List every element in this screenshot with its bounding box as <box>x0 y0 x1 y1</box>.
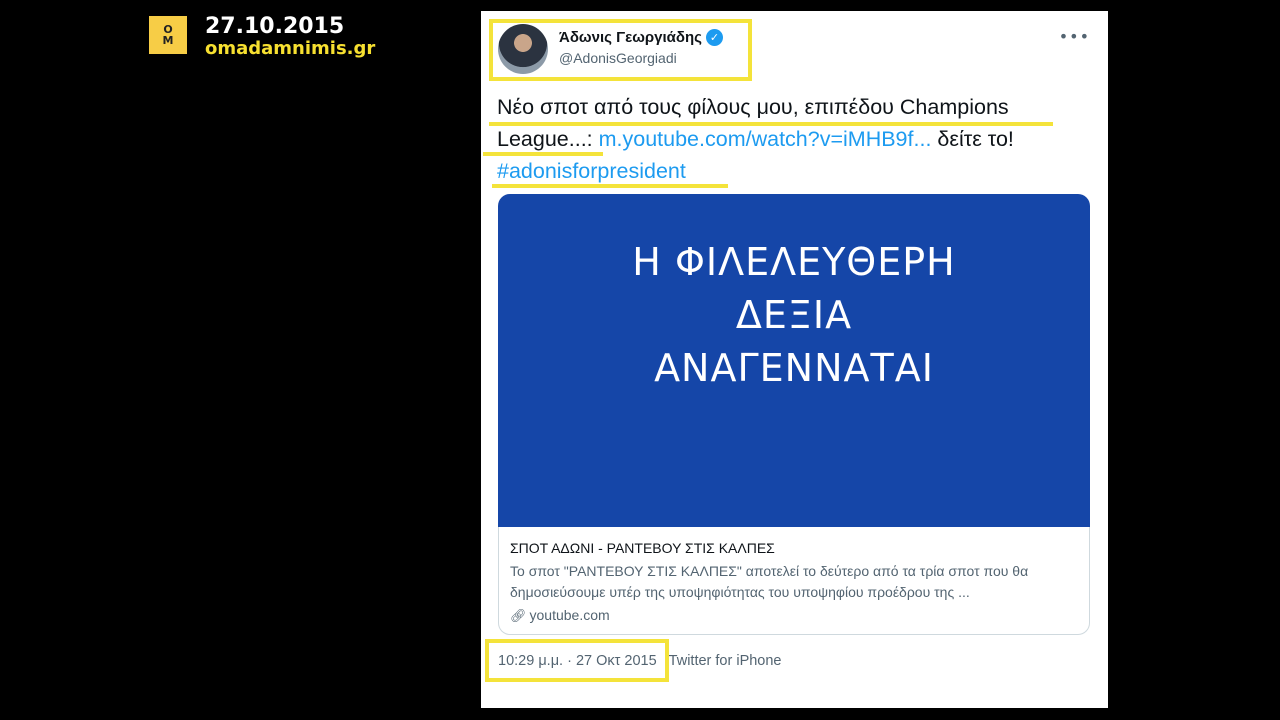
tweet-source[interactable]: Twitter for iPhone <box>669 653 782 669</box>
timestamp-highlight-box <box>485 639 669 682</box>
logo-letter-bottom: M <box>162 34 174 47</box>
link-card-description: Το σποτ "ΡΑΝΤΕΒΟΥ ΣΤΙΣ ΚΑΛΠΕΣ" αποτελεί … <box>510 563 1029 600</box>
text-underline-2 <box>483 152 603 156</box>
tweet-card: Άδωνις Γεωργιάδης ✓ @AdonisGeorgiadi •••… <box>481 11 1108 708</box>
thumbnail-line-3: ΑΝΑΓΕΝΝΑΤΑΙ <box>654 346 934 390</box>
omadamnimis-logo: O M <box>149 16 187 54</box>
link-card-domain-row: 🔗︎ youtube.com <box>510 605 1078 627</box>
link-card-domain: youtube.com <box>529 607 610 623</box>
video-thumbnail[interactable]: Η ΦΙΛΕΛΕΥΘΕΡΗ ΔΕΞΙΑ ΑΝΑΓΕΝΝΑΤΑΙ <box>498 194 1090 527</box>
youtube-link[interactable]: m.youtube.com/watch?v=iMHB9f... <box>599 127 932 151</box>
thumbnail-line-1: Η ΦΙΛΕΛΕΥΘΕΡΗ <box>632 240 956 284</box>
brand-overlay: O M 27.10.2015 omadamnimis.gr <box>149 16 375 60</box>
tweet-text: Νέο σποτ από τους φίλους μου, επιπέδου C… <box>497 91 1097 187</box>
link-icon: 🔗︎ <box>510 609 527 624</box>
hashtag-link[interactable]: #adonisforpresident <box>497 159 686 183</box>
overlay-site: omadamnimis.gr <box>205 38 376 59</box>
text-underline-3 <box>492 184 728 188</box>
more-options-icon[interactable]: ••• <box>1059 27 1090 46</box>
author-highlight-box <box>489 19 752 81</box>
overlay-date: 27.10.2015 <box>205 14 345 39</box>
thumbnail-line-2: ΔΕΞΙΑ <box>735 293 853 337</box>
link-preview-card[interactable]: ΣΠΟΤ ΑΔΩΝΙ - ΡΑΝΤΕΒΟΥ ΣΤΙΣ ΚΑΛΠΕΣ Το σπο… <box>498 527 1090 635</box>
link-card-title: ΣΠΟΤ ΑΔΩΝΙ - ΡΑΝΤΕΒΟΥ ΣΤΙΣ ΚΑΛΠΕΣ <box>510 540 775 556</box>
tweet-text-tail: δείτε το! <box>931 127 1014 151</box>
text-underline-1 <box>489 122 1053 126</box>
